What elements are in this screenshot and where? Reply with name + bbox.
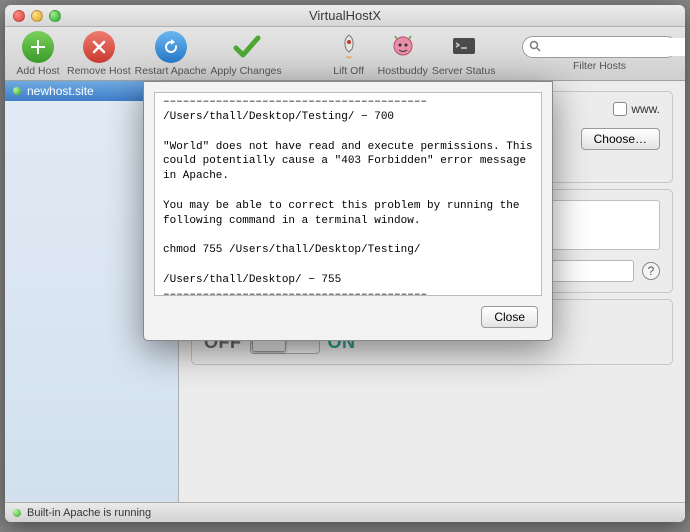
filter-hosts-search[interactable] xyxy=(522,36,677,58)
checkmark-icon xyxy=(230,31,262,63)
titlebar: VirtualHostX xyxy=(5,5,685,27)
status-dot-icon xyxy=(13,87,21,95)
status-bar: Built-in Apache is running xyxy=(5,502,685,522)
apply-changes-button[interactable]: Apply Changes xyxy=(210,31,281,77)
close-button[interactable]: Close xyxy=(481,306,538,328)
window-title: VirtualHostX xyxy=(5,8,685,23)
lift-off-label: Lift Off xyxy=(333,65,364,77)
hostbuddy-button[interactable]: Hostbuddy xyxy=(378,31,428,77)
sidebar-item-label: newhost.site xyxy=(27,84,94,98)
restart-apache-button[interactable]: Restart Apache xyxy=(135,31,207,77)
add-host-button[interactable]: Add Host xyxy=(13,31,63,77)
app-window: VirtualHostX Add Host Remove Host Restar… xyxy=(5,5,685,522)
terminal-icon xyxy=(448,31,480,63)
plus-icon xyxy=(22,31,54,63)
server-status-label: Server Status xyxy=(432,65,496,77)
rocket-icon xyxy=(333,31,365,63)
help-button[interactable]: ? xyxy=(642,262,660,280)
filter-hosts-input[interactable] xyxy=(545,38,685,56)
hostbuddy-icon xyxy=(387,31,419,63)
remove-host-button[interactable]: Remove Host xyxy=(67,31,131,77)
remove-host-label: Remove Host xyxy=(67,65,131,77)
add-host-label: Add Host xyxy=(16,65,59,77)
x-icon xyxy=(83,31,115,63)
refresh-icon xyxy=(155,31,187,63)
lift-off-button[interactable]: Lift Off xyxy=(324,31,374,77)
status-text: Built-in Apache is running xyxy=(27,507,151,519)
www-checkbox-label: www. xyxy=(631,102,660,116)
server-status-button[interactable]: Server Status xyxy=(432,31,496,77)
status-dot-icon xyxy=(13,509,21,517)
permissions-sheet: ––––––––––––––––––––––––––––––––––––––––… xyxy=(143,81,553,341)
filter-hosts-label: Filter Hosts xyxy=(522,60,677,72)
restart-apache-label: Restart Apache xyxy=(135,65,207,77)
toolbar: Add Host Remove Host Restart Apache Appl… xyxy=(5,27,685,81)
hostbuddy-label: Hostbuddy xyxy=(378,65,428,77)
search-icon xyxy=(529,40,541,55)
apply-changes-label: Apply Changes xyxy=(210,65,281,77)
permissions-log[interactable]: ––––––––––––––––––––––––––––––––––––––––… xyxy=(154,92,542,296)
choose-button[interactable]: Choose… xyxy=(581,128,660,150)
www-checkbox[interactable]: www. xyxy=(613,102,660,116)
checkbox-icon xyxy=(613,102,627,116)
